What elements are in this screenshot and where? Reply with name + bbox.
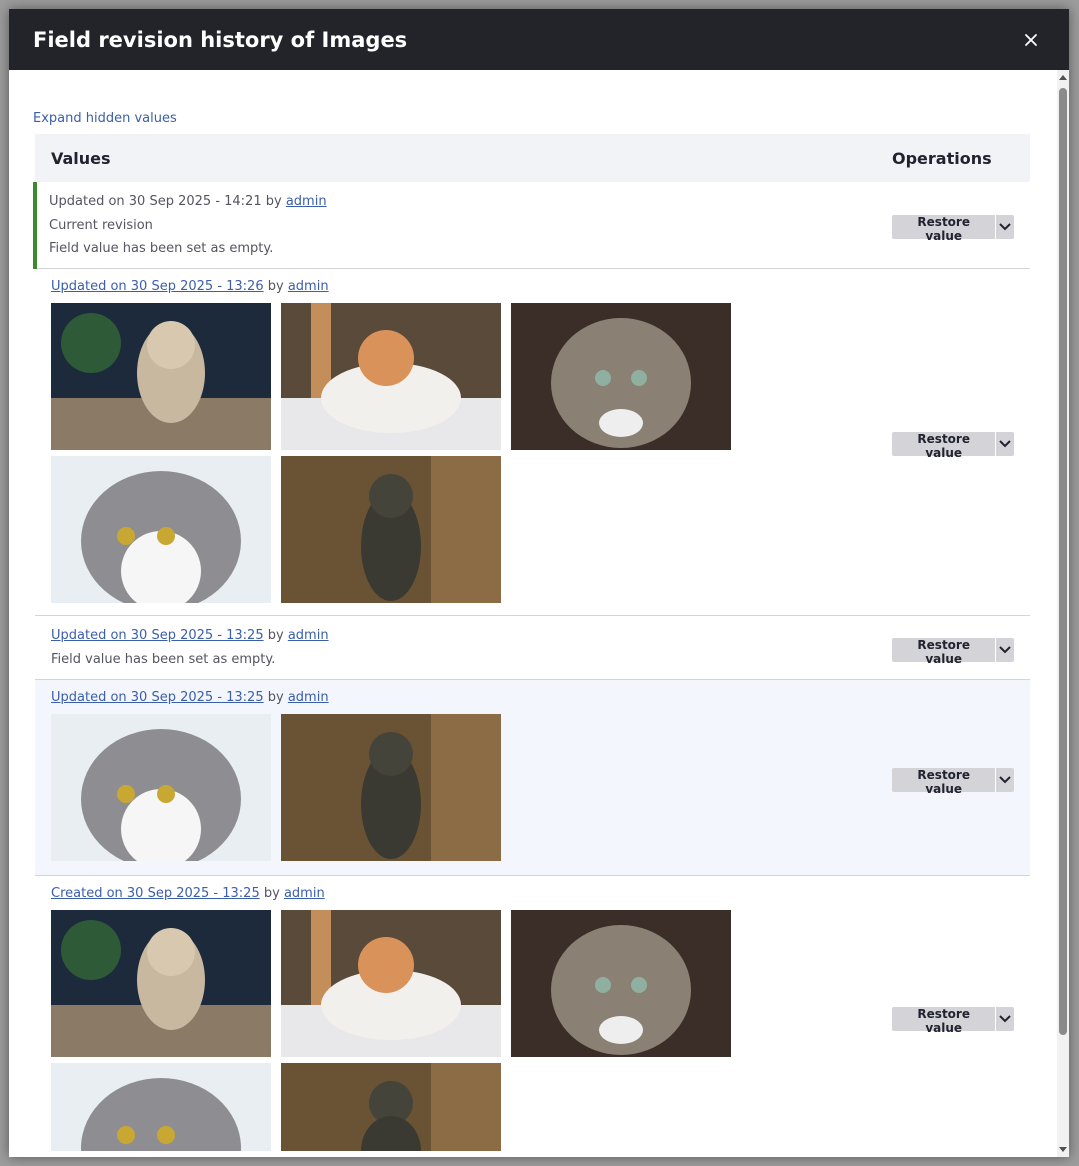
cat-image[interactable]	[51, 303, 271, 450]
cat-image[interactable]	[281, 714, 501, 861]
by-label: by	[267, 279, 284, 294]
restore-button-group: Restore value	[892, 637, 1014, 666]
revision-meta: Updated on 30 Sep 2025 - 13:26 by admin	[51, 278, 860, 295]
restore-button-group: Restore value	[892, 1006, 1014, 1035]
revision-meta: Updated on 30 Sep 2025 - 13:25 by admin	[51, 689, 860, 706]
close-icon	[1025, 33, 1037, 46]
empty-value-message: Field value has been set as empty.	[49, 241, 274, 256]
operations-dropdown-toggle[interactable]	[995, 215, 1014, 239]
chevron-down-icon	[999, 440, 1011, 448]
cat-image[interactable]	[51, 910, 271, 1057]
cat-image[interactable]	[281, 456, 501, 603]
operations-dropdown-toggle[interactable]	[995, 767, 1014, 792]
cat-image[interactable]	[281, 910, 501, 1057]
revision-meta: Updated on 30 Sep 2025 - 14:21 by admin	[49, 193, 860, 210]
restore-value-button[interactable]: Restore value	[892, 767, 996, 796]
revision-link[interactable]: Created on 30 Sep 2025 - 13:25	[51, 886, 260, 901]
revision-date: Updated on 30 Sep 2025 - 14:21	[49, 194, 262, 209]
scrollbar-thumb[interactable]	[1059, 88, 1067, 1035]
revision-link[interactable]: Updated on 30 Sep 2025 - 13:25	[51, 628, 264, 643]
current-revision-label: Current revision	[49, 218, 153, 233]
dialog-titlebar: Field revision history of Images	[9, 9, 1069, 70]
revision-link[interactable]: Updated on 30 Sep 2025 - 13:25	[51, 690, 264, 705]
author-link[interactable]: admin	[284, 886, 325, 901]
restore-value-button[interactable]: Restore value	[892, 215, 996, 243]
revision-table: Values Operations Updated on 30 Sep 2025…	[33, 134, 1030, 1157]
chevron-down-icon	[999, 775, 1011, 783]
by-label: by	[267, 690, 284, 705]
cat-image[interactable]	[281, 1063, 501, 1151]
restore-value-button[interactable]: Restore value	[892, 637, 996, 666]
restore-button-group: Restore value	[892, 432, 1014, 460]
author-link[interactable]: admin	[288, 279, 329, 294]
restore-button-group: Restore value	[892, 767, 1014, 796]
restore-value-button[interactable]: Restore value	[892, 432, 996, 460]
cat-image[interactable]	[511, 910, 731, 1057]
scroll-up-arrow-icon[interactable]	[1059, 75, 1067, 80]
by-label: by	[265, 194, 282, 209]
cat-image[interactable]	[51, 456, 271, 603]
table-row: Updated on 30 Sep 2025 - 13:26 by admin	[35, 269, 1030, 616]
revision-history-dialog: Field revision history of Images Expand …	[9, 9, 1069, 1157]
author-link[interactable]: admin	[288, 690, 329, 705]
expand-hidden-values-link[interactable]: Expand hidden values	[33, 111, 177, 126]
chevron-down-icon	[999, 223, 1011, 231]
restore-value-button[interactable]: Restore value	[892, 1006, 996, 1035]
close-button[interactable]	[1017, 26, 1045, 54]
scroll-down-arrow-icon[interactable]	[1059, 1147, 1067, 1152]
operations-dropdown-toggle[interactable]	[995, 432, 1014, 456]
cat-image[interactable]	[281, 303, 501, 450]
cat-image[interactable]	[51, 1063, 271, 1151]
revision-link[interactable]: Updated on 30 Sep 2025 - 13:26	[51, 279, 264, 294]
chevron-down-icon	[999, 1014, 1011, 1022]
operations-column-header: Operations	[876, 134, 1030, 182]
table-row: Updated on 30 Sep 2025 - 14:21 by admin …	[33, 182, 1030, 269]
author-link[interactable]: admin	[286, 194, 327, 209]
cat-image[interactable]	[51, 714, 271, 861]
dialog-content: Expand hidden values Values Operations U…	[33, 70, 1030, 1157]
dialog-title: Field revision history of Images	[33, 27, 408, 52]
operations-dropdown-toggle[interactable]	[995, 1006, 1014, 1031]
table-row: Created on 30 Sep 2025 - 13:25 by admin	[35, 876, 1030, 1157]
values-column-header: Values	[35, 134, 876, 182]
image-gallery	[51, 714, 751, 867]
operations-dropdown-toggle[interactable]	[995, 637, 1014, 662]
cat-image[interactable]	[511, 303, 731, 450]
by-label: by	[263, 886, 280, 901]
chevron-down-icon	[999, 645, 1011, 653]
revision-meta: Updated on 30 Sep 2025 - 13:25 by admin	[51, 627, 860, 644]
revision-meta: Created on 30 Sep 2025 - 13:25 by admin	[51, 885, 860, 902]
restore-button-group: Restore value	[892, 215, 1014, 243]
table-row: Updated on 30 Sep 2025 - 13:25 by admin …	[35, 679, 1030, 876]
image-gallery	[51, 910, 751, 1157]
author-link[interactable]: admin	[288, 628, 329, 643]
image-gallery	[51, 303, 751, 609]
table-row: Updated on 30 Sep 2025 - 13:25 by admin …	[35, 616, 1030, 680]
empty-value-message: Field value has been set as empty.	[51, 652, 276, 667]
by-label: by	[267, 628, 284, 643]
scrollbar[interactable]	[1057, 70, 1069, 1157]
